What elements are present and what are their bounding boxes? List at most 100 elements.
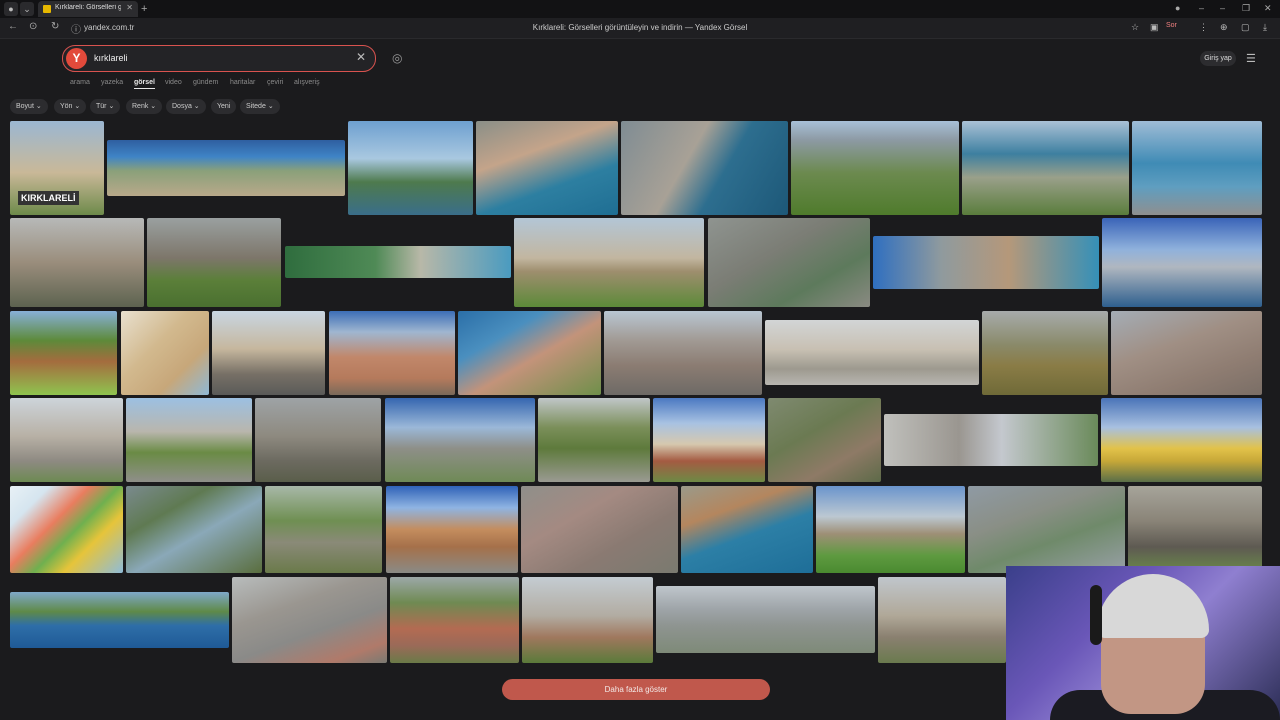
image-thumbnail[interactable] (285, 246, 511, 278)
filter-yeni[interactable]: Yeni (211, 99, 237, 114)
image-thumbnail[interactable] (1111, 311, 1262, 395)
chevron-down-icon[interactable]: ⌄ (20, 2, 34, 16)
image-thumbnail[interactable] (10, 486, 123, 573)
image-thumbnail[interactable] (10, 218, 144, 307)
filter-label: Dosya (172, 103, 192, 110)
image-thumbnail[interactable] (386, 486, 518, 573)
image-thumbnail[interactable] (147, 218, 281, 307)
download-icon[interactable]: ⤓ (1263, 22, 1267, 33)
image-thumbnail[interactable] (765, 320, 979, 385)
image-thumbnail[interactable] (458, 311, 601, 395)
image-thumbnail[interactable] (521, 486, 678, 573)
image-thumbnail[interactable] (348, 121, 473, 215)
image-thumbnail[interactable] (126, 486, 262, 573)
image-thumbnail[interactable] (962, 121, 1129, 215)
image-thumbnail[interactable] (604, 311, 762, 395)
back-icon[interactable]: ← (8, 21, 18, 32)
close-window-icon[interactable]: ✕ (1264, 3, 1272, 14)
collections-icon[interactable]: ▢ (1241, 22, 1250, 33)
image-thumbnail[interactable] (10, 311, 117, 395)
filter-boyut[interactable]: Boyut ⌄ (10, 99, 48, 114)
filter-label: Renk (132, 103, 149, 110)
image-thumbnail[interactable] (385, 398, 535, 482)
image-thumbnail[interactable] (538, 398, 650, 482)
filter-tur[interactable]: Tür ⌄ (90, 99, 121, 114)
downloads-icon[interactable]: ⊕ (1220, 22, 1228, 33)
image-thumbnail[interactable] (126, 398, 252, 482)
image-thumbnail[interactable] (708, 218, 870, 307)
yandex-logo[interactable]: Y (66, 48, 87, 69)
image-thumbnail[interactable] (653, 398, 765, 482)
service-link-arama[interactable]: arama (70, 79, 90, 86)
image-thumbnail[interactable] (329, 311, 455, 395)
browser-tab[interactable]: Kırklareli: Görselleri görüntüleyin ✕ (38, 1, 138, 17)
image-thumbnail[interactable] (791, 121, 959, 215)
image-thumbnail[interactable] (681, 486, 813, 573)
image-thumbnail[interactable] (1132, 121, 1262, 215)
image-thumbnail[interactable] (1102, 218, 1262, 307)
service-link-alisveris[interactable]: alışveriş (294, 79, 320, 86)
service-link-gorsel[interactable]: görsel (134, 79, 156, 89)
filter-yon[interactable]: Yön ⌄ (54, 99, 87, 114)
forward-icon[interactable]: ⊙ (29, 21, 37, 32)
extension-icon[interactable]: ▣ (1150, 22, 1159, 33)
service-link-yazeka[interactable]: yazeka (101, 79, 123, 86)
image-thumbnail[interactable] (265, 486, 382, 573)
service-link-gundem[interactable]: gündem (193, 79, 218, 86)
menu-dots-icon[interactable]: ⋮ (1199, 22, 1208, 33)
profile-icon[interactable]: ● (4, 2, 18, 16)
image-thumbnail[interactable] (232, 577, 387, 663)
minimize-window-icon[interactable]: – (1220, 3, 1225, 13)
reload-icon[interactable]: ↻ (51, 21, 59, 32)
image-thumbnail[interactable] (816, 486, 965, 573)
filter-dosya[interactable]: Dosya ⌄ (166, 99, 206, 114)
service-link-video[interactable]: video (165, 79, 182, 86)
image-thumbnail[interactable] (10, 398, 123, 482)
image-thumbnail[interactable] (107, 140, 345, 196)
new-tab-icon[interactable]: + (141, 2, 147, 16)
site-info-icon[interactable]: ⓘ (71, 21, 81, 36)
image-thumbnail[interactable]: KIRKLARELİ (10, 121, 104, 215)
image-thumbnail[interactable] (121, 311, 209, 395)
image-thumbnail[interactable] (982, 311, 1108, 395)
restore-icon[interactable]: ❐ (1242, 3, 1250, 14)
login-button[interactable]: Giriş yap (1200, 51, 1236, 66)
camera-icon[interactable]: ◎ (392, 51, 402, 65)
bookmark-icon[interactable]: ☆ (1131, 22, 1139, 33)
image-thumbnail[interactable] (656, 586, 875, 653)
sor-button[interactable]: Sor (1166, 22, 1177, 29)
image-thumbnail[interactable] (873, 236, 1099, 289)
image-thumbnail[interactable] (1128, 486, 1262, 573)
image-thumbnail[interactable] (968, 486, 1125, 573)
image-thumbnail[interactable] (390, 577, 519, 663)
image-thumbnail[interactable] (212, 311, 325, 395)
address-bar: ← ⊙ ↻ ⓘ yandex.com.tr Kırklareli: Görsel… (0, 18, 1280, 39)
image-thumbnail[interactable] (10, 592, 229, 648)
show-more-button[interactable]: Daha fazla göster (502, 679, 770, 700)
close-icon[interactable]: ✕ (126, 3, 133, 12)
menu-icon[interactable]: ☰ (1246, 52, 1256, 65)
filter-renk[interactable]: Renk ⌄ (126, 99, 163, 114)
image-thumbnail[interactable] (514, 218, 704, 307)
service-link-ceviri[interactable]: çeviri (267, 79, 283, 86)
image-thumbnail[interactable] (621, 121, 788, 215)
image-thumbnail[interactable] (476, 121, 618, 215)
image-thumbnail[interactable] (884, 414, 1098, 466)
image-thumbnail[interactable] (768, 398, 881, 482)
filter-label: Yeni (217, 103, 231, 110)
minimize-icon[interactable]: ‒ (1199, 3, 1204, 13)
service-link-haritalar[interactable]: haritalar (230, 79, 255, 86)
image-thumbnail[interactable] (1101, 398, 1262, 482)
image-thumbnail[interactable] (255, 398, 381, 482)
chevron-down-icon: ⌄ (150, 103, 157, 110)
chevron-down-icon: ⌄ (108, 103, 115, 110)
headphones-icon (1090, 585, 1102, 645)
image-thumbnail[interactable] (522, 577, 653, 663)
filter-sitede[interactable]: Sitede ⌄ (240, 99, 280, 114)
url-text[interactable]: yandex.com.tr (84, 23, 134, 32)
search-input[interactable]: kırklareli (94, 53, 128, 63)
clear-icon[interactable]: ✕ (356, 50, 366, 64)
search-box[interactable]: Y kırklareli ✕ (62, 45, 376, 72)
account-icon[interactable]: ● (1175, 3, 1180, 13)
image-thumbnail[interactable] (878, 577, 1006, 663)
